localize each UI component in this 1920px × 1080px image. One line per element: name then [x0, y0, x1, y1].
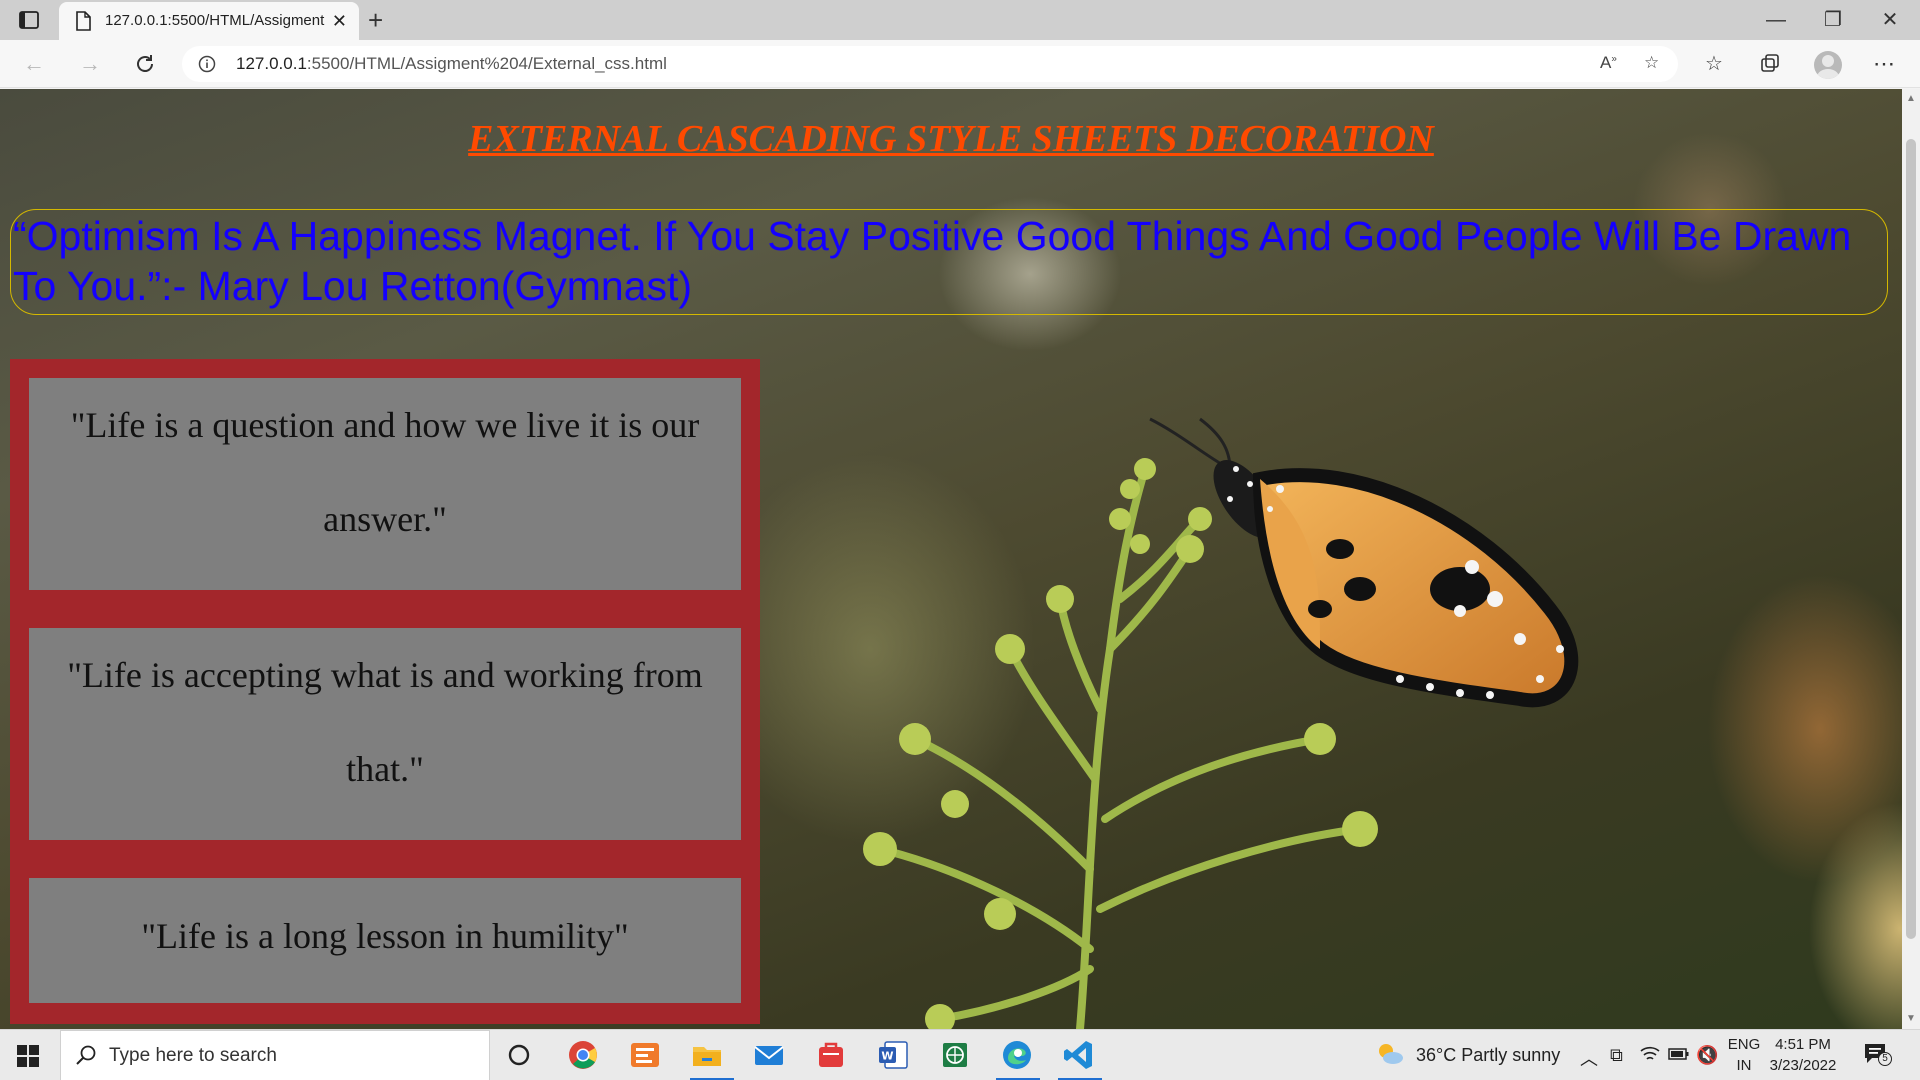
url-text[interactable]: 127.0.0.1:5500/HTML/Assigment%204/Extern… [236, 54, 667, 74]
mail-icon[interactable] [752, 1038, 786, 1072]
more-options-icon[interactable]: ⋯ [1870, 50, 1898, 78]
svg-text:W: W [881, 1050, 893, 1063]
profile-avatar[interactable] [1814, 51, 1842, 79]
vscode-icon[interactable] [1062, 1038, 1096, 1072]
edge-icon[interactable] [1000, 1038, 1034, 1072]
volume-muted-icon[interactable]: 🔇 [1696, 1045, 1718, 1066]
task-view-icon[interactable] [502, 1038, 536, 1072]
scroll-down-icon[interactable]: ▼ [1906, 1013, 1916, 1024]
notification-count-badge: 5 [1878, 1052, 1892, 1066]
quote-box: “Optimism Is A Happiness Magnet. If You … [10, 209, 1888, 315]
restore-icon[interactable]: ❐ [1813, 6, 1853, 34]
store-icon[interactable] [814, 1038, 848, 1072]
tab-actions-icon[interactable] [18, 9, 40, 31]
tab-title: 127.0.0.1:5500/HTML/Assigment [105, 12, 325, 29]
add-favorite-icon[interactable]: ☆ [1644, 53, 1659, 73]
url-host: 127.0.0.1 [236, 54, 307, 73]
address-bar[interactable]: 127.0.0.1:5500/HTML/Assigment%204/Extern… [182, 46, 1678, 82]
notification-center-icon[interactable]: 5 [1864, 1042, 1892, 1066]
refresh-icon[interactable] [131, 50, 159, 78]
chrome-icon[interactable] [566, 1038, 600, 1072]
vertical-scrollbar[interactable]: ▲ ▼ [1902, 89, 1920, 1029]
tab-bar: 127.0.0.1:5500/HTML/Assigment ✕ + — ❐ ✕ [0, 0, 1920, 40]
excel-icon[interactable] [938, 1038, 972, 1072]
quotes-panel: "Life is a question and how we live it i… [10, 359, 760, 1024]
clock[interactable]: 4:51 PM 3/23/2022 [1758, 1034, 1848, 1076]
scrollbar-thumb[interactable] [1906, 139, 1916, 939]
clock-date: 3/23/2022 [1769, 1057, 1837, 1074]
minimize-icon[interactable]: — [1756, 6, 1796, 34]
page-icon [75, 11, 91, 36]
taskbar: Type here to search W 36°C Partly sunny … [0, 1029, 1920, 1080]
close-tab-icon[interactable]: ✕ [332, 11, 347, 31]
taskbar-search-input[interactable]: Type here to search [60, 1030, 490, 1080]
show-hidden-icons[interactable]: ︿ [1580, 1045, 1598, 1071]
close-window-icon[interactable]: ✕ [1870, 6, 1910, 34]
browser-tab[interactable]: 127.0.0.1:5500/HTML/Assigment ✕ [59, 2, 359, 40]
quote-card: "Life is a question and how we live it i… [29, 378, 741, 590]
page-viewport: EXTERNAL CASCADING STYLE SHEETS DECORATI… [0, 89, 1902, 1029]
word-icon[interactable]: W [876, 1038, 910, 1072]
new-tab-button[interactable]: + [368, 6, 383, 34]
windows-start-icon[interactable] [16, 1044, 40, 1073]
quote-card: "Life is accepting what is and working f… [29, 628, 741, 840]
wifi-icon[interactable] [1640, 1045, 1660, 1068]
scroll-up-icon[interactable]: ▲ [1906, 93, 1916, 104]
back-icon[interactable]: ← [20, 50, 48, 78]
url-path: :5500/HTML/Assigment%204/External_css.ht… [306, 54, 667, 73]
presentation-app-icon[interactable] [628, 1038, 662, 1072]
weather-text[interactable]: 36°C Partly sunny [1416, 1045, 1560, 1066]
quote-text: “Optimism Is A Happiness Magnet. If You … [13, 213, 1852, 309]
search-icon [75, 1044, 97, 1071]
meet-now-icon[interactable]: ⧉ [1610, 1045, 1623, 1066]
read-aloud-icon[interactable]: A» [1600, 53, 1617, 73]
collections-icon[interactable] [1756, 50, 1784, 78]
quote-card: "Life is a long lesson in humility" [29, 878, 741, 1003]
page-title: EXTERNAL CASCADING STYLE SHEETS DECORATI… [468, 118, 1434, 160]
search-placeholder: Type here to search [109, 1045, 277, 1066]
butterfly-background-image [863, 417, 1579, 1029]
site-info-icon[interactable] [198, 55, 216, 78]
weather-icon[interactable] [1376, 1041, 1404, 1072]
clock-time: 4:51 PM [1775, 1036, 1831, 1053]
battery-icon[interactable] [1668, 1045, 1690, 1066]
forward-icon[interactable]: → [76, 50, 104, 78]
file-explorer-icon[interactable] [690, 1038, 724, 1072]
navigation-bar: ← → 127.0.0.1:5500/HTML/Assigment%204/Ex… [0, 40, 1920, 88]
favorites-icon[interactable]: ☆ [1700, 50, 1728, 78]
